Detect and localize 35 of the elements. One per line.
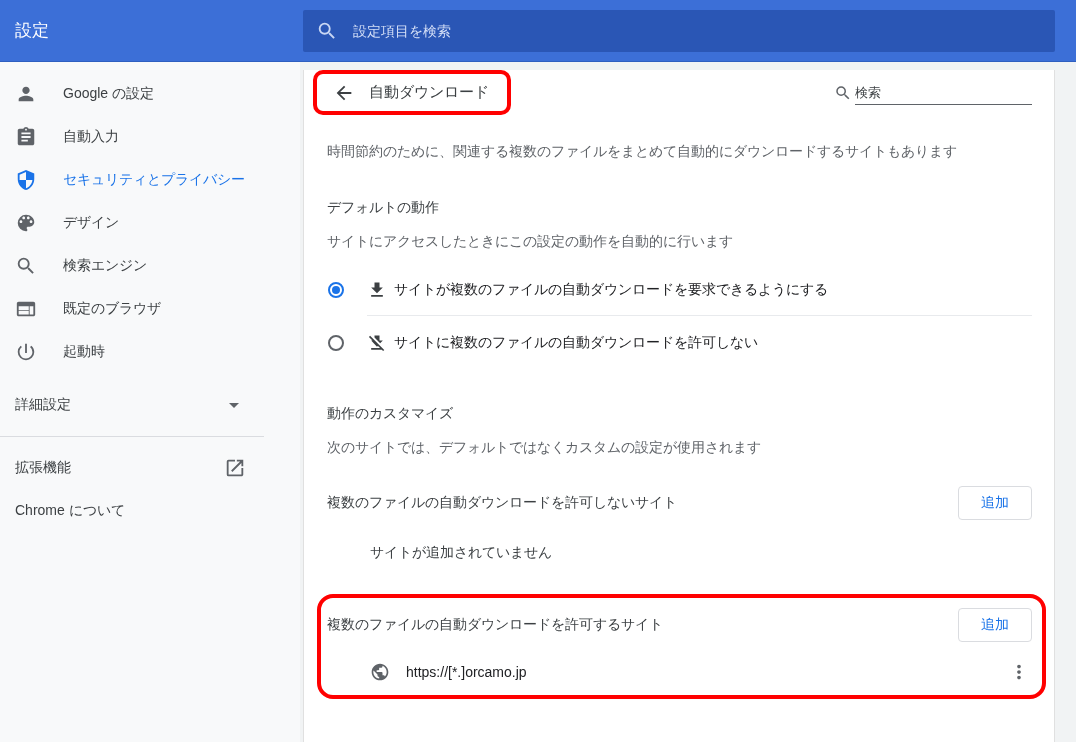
radio-button[interactable] [328, 282, 344, 298]
shield-icon [15, 168, 37, 191]
sidebar-item[interactable]: 自動入力 [0, 115, 300, 158]
search-field[interactable]: 設定項目を検索 [303, 9, 1055, 52]
sidebar-item[interactable]: セキュリティとプライバシー [0, 158, 300, 201]
section-subtitle: 次のサイトでは、デフォルトではなくカスタムの設定が使用されます [327, 438, 762, 457]
description-text: 時間節約のために、関連する複数のファイルをまとめて自動的にダウンロードするサイトもあります [327, 142, 958, 161]
clipboard-icon [15, 125, 37, 148]
download-off-icon [367, 333, 387, 353]
list-title: 複数のファイルの自動ダウンロードを許可するサイト [327, 616, 663, 634]
section-heading: デフォルトの動作 [327, 198, 440, 217]
section-heading: 動作のカスタマイズ [327, 404, 454, 423]
sidebar-item[interactable]: 検索エンジン [0, 244, 300, 287]
sidebar-link[interactable]: 拡張機能 [0, 446, 264, 489]
empty-list-text: サイトが追加されていません [369, 543, 553, 562]
option-label: サイトが複数のファイルの自動ダウンロードを要求できるようにする [394, 280, 828, 299]
advanced-settings-toggle[interactable]: 詳細設定 [0, 381, 264, 429]
add-button[interactable]: 追加 [958, 608, 1032, 642]
sidebar-item[interactable]: 既定のブラウザ [0, 287, 300, 330]
page-title: 設定 [14, 20, 50, 42]
list-title: 複数のファイルの自動ダウンロードを許可しないサイト [327, 494, 677, 512]
sidebar-item[interactable]: デザイン [0, 201, 300, 244]
site-url: https://[*.]orcamo.jp [406, 664, 528, 680]
search-icon [834, 83, 852, 102]
section-title: 自動ダウンロード [369, 83, 489, 102]
caret-icon [229, 402, 239, 408]
sidebar-item[interactable]: Google の設定 [0, 72, 300, 115]
section-subtitle: サイトにアクセスしたときにこの設定の動作を自動的に行います [327, 232, 734, 251]
globe-icon [370, 662, 390, 682]
sidebar-item[interactable]: 起動時 [0, 330, 300, 373]
radio-button[interactable] [328, 335, 344, 351]
search-field[interactable]: 検索 [855, 80, 1032, 105]
sidebar-link[interactable]: Chrome について [0, 489, 264, 532]
add-button[interactable]: 追加 [958, 486, 1032, 520]
option-label: サイトに複数のファイルの自動ダウンロードを許可しない [394, 334, 758, 352]
